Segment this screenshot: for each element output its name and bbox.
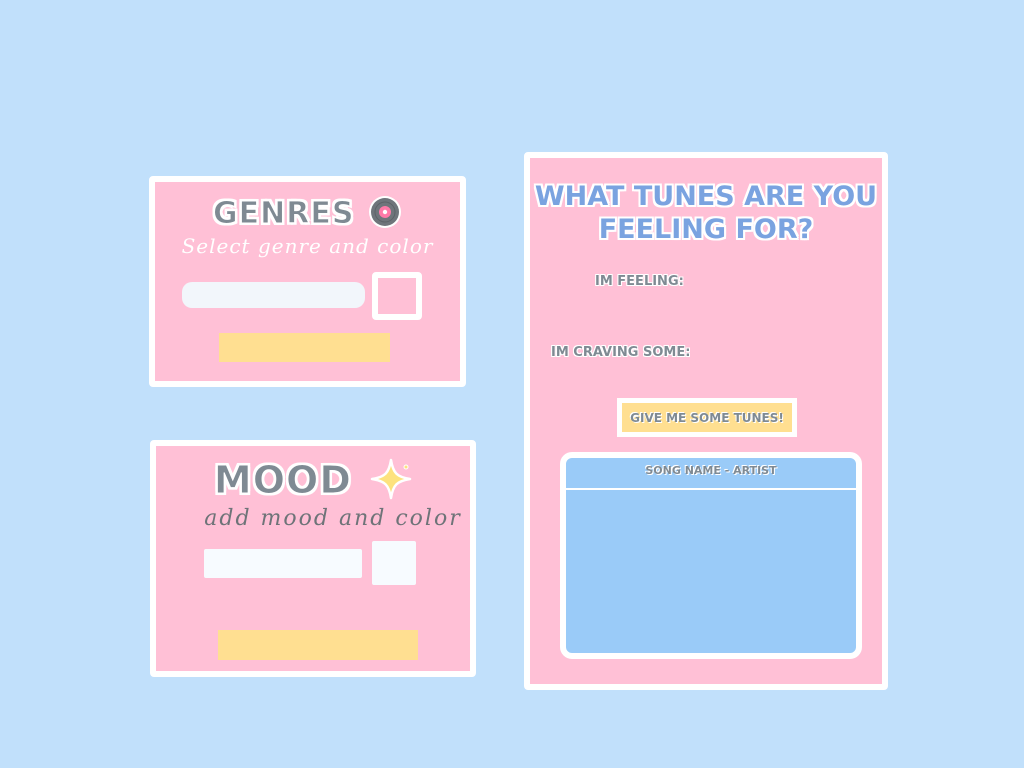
genre-input[interactable] [182,282,365,308]
mood-input[interactable] [204,549,362,578]
craving-label: IM CRAVING SOME: [551,345,691,360]
genres-subtitle: Select genre and color [181,234,434,258]
mood-subtitle: add mood and color [204,506,462,531]
genre-submit-button[interactable] [219,333,390,362]
mood-card: MOOD add mood and color [150,440,476,677]
sparkle-icon [370,458,412,500]
song-player: SONG NAME - ARTIST [560,452,862,659]
feeling-label: IM FEELING: [595,274,684,289]
mood-title: MOOD [156,458,470,504]
tunes-title: WHAT TUNES ARE YOU FEELING FOR? [534,181,878,245]
vinyl-record-icon [368,195,402,229]
mood-color-picker[interactable] [372,541,416,585]
give-me-tunes-button[interactable]: GIVE ME SOME TUNES! [617,398,797,437]
genres-title: GENRES [155,195,460,232]
genre-color-picker[interactable] [372,272,422,320]
genres-title-text: GENRES [213,196,355,232]
mood-submit-button[interactable] [218,630,418,660]
feeling-input[interactable] [695,270,869,294]
song-name-artist: SONG NAME - ARTIST [566,458,856,490]
tunes-card: WHAT TUNES ARE YOU FEELING FOR? IM FEELI… [524,152,888,690]
genres-card: GENRES Select genre and color [149,176,466,387]
craving-input[interactable] [697,341,871,365]
mood-title-text: MOOD [213,458,352,503]
